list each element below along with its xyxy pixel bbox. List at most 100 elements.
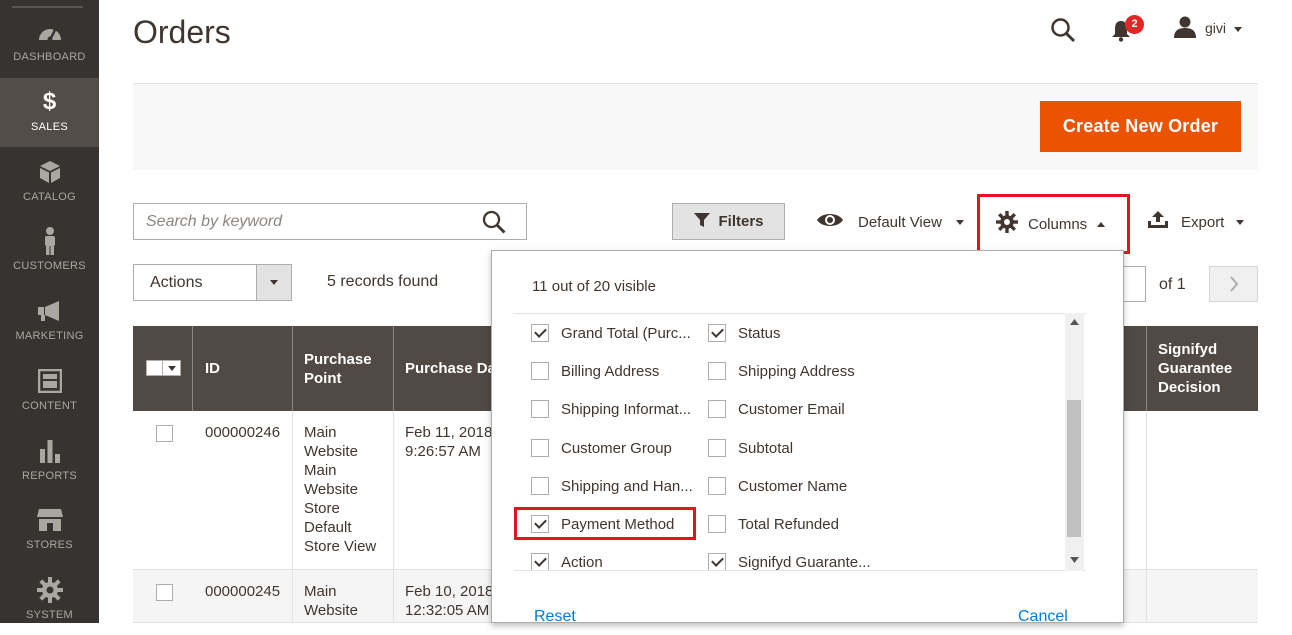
gear-icon: [0, 576, 99, 604]
export-button[interactable]: Export: [1147, 211, 1245, 233]
dashboard-icon: [0, 18, 99, 46]
columns-dropdown-panel: 11 out of 20 visible Grand Total (Purc..…: [491, 250, 1124, 626]
bar-chart-icon: [0, 437, 99, 465]
column-header-id[interactable]: ID: [193, 326, 293, 411]
payment-method-highlight-frame: [514, 507, 696, 540]
column-option-grand-total[interactable]: Grand Total (Purc...: [531, 322, 691, 344]
sidebar-item-label: SALES: [31, 121, 68, 133]
view-label: Default View: [858, 213, 942, 231]
sidebar-item-stores[interactable]: STORES: [0, 496, 99, 565]
megaphone-icon: [0, 297, 99, 325]
column-option-label: Shipping Informat...: [561, 400, 692, 418]
chevron-down-icon[interactable]: [1234, 27, 1242, 32]
column-checkbox[interactable]: [531, 553, 549, 570]
visible-columns-count: 11 out of 20 visible: [532, 278, 656, 295]
search-input[interactable]: Search by keyword: [133, 203, 527, 240]
column-option-label: Customer Name: [738, 477, 848, 495]
column-checkbox[interactable]: [708, 400, 726, 418]
column-divider: [292, 411, 293, 570]
column-option-label: Billing Address: [561, 362, 660, 380]
user-icon[interactable]: [1173, 16, 1197, 43]
column-option-label: Customer Email: [738, 400, 845, 418]
chevron-right-icon: [1229, 276, 1238, 292]
sidebar-item-system[interactable]: SYSTEM: [0, 566, 99, 635]
mass-actions-select[interactable]: Actions: [133, 264, 292, 301]
page-total: of 1: [1159, 276, 1186, 293]
sidebar-item-label: MARKETING: [15, 330, 84, 342]
column-option-label: Signifyd Guarante...: [738, 553, 871, 571]
sidebar-item-label: STORES: [26, 539, 73, 551]
column-checkbox[interactable]: [708, 439, 726, 457]
sidebar-item-dashboard[interactable]: DASHBOARD: [0, 8, 99, 77]
column-option-shipping-address[interactable]: Shipping Address: [708, 360, 855, 382]
column-option-subtotal[interactable]: Subtotal: [708, 437, 793, 459]
create-new-order-button[interactable]: Create New Order: [1040, 101, 1241, 152]
mass-actions-label: Actions: [150, 274, 203, 291]
chevron-down-icon[interactable]: [256, 265, 291, 300]
column-header-signifyd-decision[interactable]: Signifyd Guarantee Decision: [1146, 326, 1258, 411]
column-option-status[interactable]: Status: [708, 322, 781, 344]
sidebar-item-reports[interactable]: REPORTS: [0, 427, 99, 496]
column-checkbox[interactable]: [531, 477, 549, 495]
sidebar-item-label: DASHBOARD: [13, 51, 86, 63]
row-checkbox[interactable]: [156, 425, 173, 442]
global-search-icon[interactable]: [1050, 17, 1076, 48]
order-id: 000000246: [205, 424, 281, 441]
order-id: 000000245: [205, 583, 281, 600]
scroll-up-icon: [1070, 319, 1079, 325]
next-page-button[interactable]: [1209, 266, 1258, 302]
column-option-action[interactable]: Action: [531, 551, 603, 570]
search-icon[interactable]: [482, 210, 506, 239]
person-icon: [0, 227, 99, 255]
sidebar-item-label: CATALOG: [22, 191, 77, 203]
sidebar-item-label: CONTENT: [21, 400, 78, 412]
layout-icon: [0, 367, 99, 395]
sidebar-item-content[interactable]: CONTENT: [0, 357, 99, 426]
column-option-customer-email[interactable]: Customer Email: [708, 398, 845, 420]
sidebar-item-marketing[interactable]: MARKETING: [0, 287, 99, 356]
column-checkbox[interactable]: [531, 362, 549, 380]
column-option-shipping-handling[interactable]: Shipping and Han...: [531, 475, 693, 497]
column-divider: [393, 570, 394, 623]
column-checkbox[interactable]: [708, 324, 726, 342]
purchase-date: Feb 11, 2018 9:26:57 AM: [405, 424, 493, 460]
filters-button[interactable]: Filters: [672, 203, 785, 240]
columns-highlight-frame: [977, 194, 1130, 254]
column-divider: [393, 411, 394, 570]
column-divider: [1146, 570, 1147, 623]
column-checkbox[interactable]: [708, 362, 726, 380]
column-option-customer-group[interactable]: Customer Group: [531, 437, 672, 459]
column-checkbox[interactable]: [531, 400, 549, 418]
purchase-point: Main Website Main Website Store Default …: [304, 424, 377, 555]
sidebar-item-sales[interactable]: $ SALES: [0, 78, 99, 147]
column-option-signifyd-guarantee[interactable]: Signifyd Guarante...: [708, 551, 871, 571]
column-option-billing-address[interactable]: Billing Address: [531, 360, 659, 382]
scrollbar-thumb[interactable]: [1067, 400, 1081, 537]
column-checkbox[interactable]: [708, 553, 726, 570]
column-checkbox[interactable]: [531, 324, 549, 342]
view-switcher[interactable]: Default View: [816, 211, 964, 233]
chevron-down-icon: [955, 219, 964, 225]
sidebar-item-catalog[interactable]: CATALOG: [0, 148, 99, 217]
column-option-customer-name[interactable]: Customer Name: [708, 475, 847, 497]
column-checkbox[interactable]: [531, 439, 549, 457]
column-option-label: Shipping and Han...: [561, 477, 693, 495]
purchase-point: Main Website: [304, 583, 358, 619]
columns-scrollbar[interactable]: [1065, 313, 1084, 571]
column-option-shipping-information[interactable]: Shipping Informat...: [531, 398, 691, 420]
column-option-total-refunded[interactable]: Total Refunded: [708, 513, 839, 535]
user-menu-name[interactable]: givi: [1205, 20, 1226, 36]
row-checkbox[interactable]: [156, 584, 173, 601]
cancel-columns-link[interactable]: Cancel: [1018, 608, 1068, 626]
select-all-checkbox[interactable]: [146, 360, 181, 376]
sidebar-item-label: REPORTS: [21, 470, 78, 482]
reset-columns-link[interactable]: Reset: [534, 608, 576, 626]
column-divider: [292, 570, 293, 623]
sidebar-item-customers[interactable]: CUSTOMERS: [0, 217, 99, 286]
column-option-label: Status: [738, 324, 781, 342]
column-checkbox[interactable]: [708, 515, 726, 533]
column-checkbox[interactable]: [708, 477, 726, 495]
store-icon: [0, 506, 99, 534]
column-header-purchase-point[interactable]: Purchase Point: [293, 326, 394, 411]
column-option-label: Total Refunded: [738, 515, 839, 533]
